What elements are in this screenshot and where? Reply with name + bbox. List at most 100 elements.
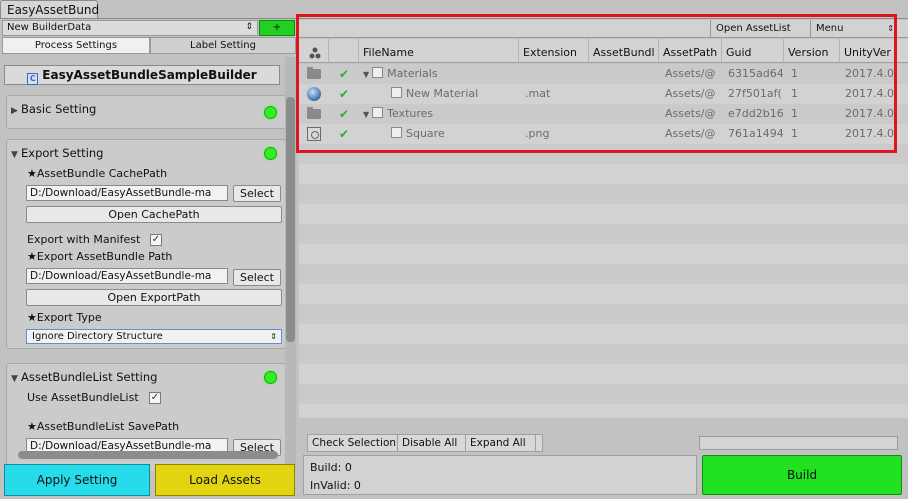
hierarchy-icon xyxy=(309,47,321,59)
basic-setting-foldout[interactable]: ▶ Basic Setting xyxy=(11,102,96,116)
builder-row: New BuilderData ⇕ + xyxy=(0,19,298,37)
cache-path-select-button[interactable]: Select xyxy=(233,185,281,202)
column-assetpath[interactable]: AssetPath xyxy=(659,39,722,63)
load-assets-button[interactable]: Load Assets xyxy=(155,464,295,496)
unityversion-cell: 2017.4.0 xyxy=(845,107,894,120)
unityversion-cell: 2017.4.0 xyxy=(845,67,894,80)
use-assetbundlelist-checkbox[interactable]: ✓ xyxy=(149,392,161,404)
check-selection-button[interactable]: Check Selection xyxy=(308,435,398,451)
basic-setting-label: Basic Setting xyxy=(21,102,97,116)
guid-cell: e7dd2b16 xyxy=(728,107,783,120)
version-cell: 1 xyxy=(791,67,798,80)
column-tree-icon-header[interactable] xyxy=(299,39,329,63)
column-extension[interactable]: Extension xyxy=(519,39,589,63)
guid-cell: 6315ad64 xyxy=(728,67,783,80)
row-checkbox[interactable] xyxy=(391,87,402,98)
export-path-input[interactable]: D:/Download/EasyAssetBundle-ma xyxy=(26,268,228,284)
tab-process-settings[interactable]: Process Settings xyxy=(2,37,150,54)
script-icon: C xyxy=(27,73,39,85)
settings-scroll-area[interactable]: C EasyAssetBundleSampleBuilder ▶ Basic Set… xyxy=(0,57,298,471)
settings-horizontal-scrollbar[interactable] xyxy=(18,451,278,459)
assetpath-cell: Assets/@ xyxy=(665,127,716,140)
open-export-path-button[interactable]: Open ExportPath xyxy=(26,289,282,306)
open-cache-path-button[interactable]: Open CachePath xyxy=(26,206,282,223)
status-dot-icon xyxy=(264,371,277,384)
column-assetbundle[interactable]: AssetBundl xyxy=(589,39,659,63)
guid-cell: 27f501af( xyxy=(728,87,782,100)
export-setting-section: ▼ Export Setting ★AssetBundle CachePath D… xyxy=(6,139,286,349)
checkmark-icon: ✔ xyxy=(339,87,350,101)
open-assetlist-button[interactable]: Open AssetList xyxy=(710,20,806,38)
manifest-checkbox[interactable]: ✓ xyxy=(150,234,162,246)
empty-row xyxy=(299,184,908,204)
builder-title: C EasyAssetBundleSampleBuilder xyxy=(4,65,280,85)
export-setting-label: Export Setting xyxy=(21,146,104,160)
menu-label: Menu xyxy=(816,23,844,34)
build-status-box: Build: 0 InValid: 0 xyxy=(303,455,697,495)
guid-cell: 761a1494 xyxy=(728,127,783,140)
empty-row xyxy=(299,284,908,304)
column-version[interactable]: Version xyxy=(784,39,840,63)
settings-vertical-scrollbar[interactable] xyxy=(285,57,296,471)
assetbundlelist-label: AssetBundleList Setting xyxy=(21,370,158,384)
empty-row xyxy=(299,384,908,404)
export-type-value: Ignore Directory Structure xyxy=(32,331,163,342)
extension-cell: .png xyxy=(525,127,550,140)
column-unityversion[interactable]: UnityVer xyxy=(840,39,908,63)
tab-label-setting[interactable]: Label Setting xyxy=(150,37,296,54)
assetbundlelist-foldout[interactable]: ▼ AssetBundleList Setting xyxy=(11,370,157,384)
table-row[interactable]: ✔ New Material .mat Assets/@ 27f501af( 1… xyxy=(299,84,908,104)
folder-icon xyxy=(307,67,321,79)
export-type-dropdown[interactable]: Ignore Directory Structure ⇕ xyxy=(26,329,282,344)
build-button[interactable]: Build xyxy=(702,455,902,495)
asset-list-toolbar: Open AssetList Menu ⇕ xyxy=(299,20,908,38)
cache-path-input[interactable]: D:/Download/EasyAssetBundle-ma xyxy=(26,185,228,201)
version-cell: 1 xyxy=(791,127,798,140)
triangle-down-icon: ▼ xyxy=(363,110,370,119)
empty-row xyxy=(299,324,908,344)
add-builder-button[interactable]: + xyxy=(259,20,295,36)
row-checkbox[interactable] xyxy=(372,67,384,78)
table-row[interactable]: ✔ ▼ Textures Assets/@ e7dd2b16 1 2017.4.0 xyxy=(299,104,908,124)
version-cell: 1 xyxy=(791,87,798,100)
checkmark-icon: ✔ xyxy=(339,67,350,81)
column-guid[interactable]: Guid xyxy=(722,39,784,63)
column-filename[interactable]: FileName xyxy=(359,39,519,63)
empty-row xyxy=(299,144,908,164)
save-path-label: ★AssetBundleList SavePath xyxy=(27,420,180,433)
filename-cell: Square xyxy=(391,124,445,144)
apply-setting-button[interactable]: Apply Setting xyxy=(4,464,150,496)
builder-data-select[interactable]: New BuilderData ⇕ xyxy=(2,20,258,36)
status-dot-icon xyxy=(264,106,277,119)
builder-data-value: New BuilderData xyxy=(7,22,92,33)
row-checkbox[interactable] xyxy=(372,107,384,118)
table-row[interactable]: ✔ Square .png Assets/@ 761a1494 1 2017.4… xyxy=(299,124,908,144)
row-checkbox[interactable] xyxy=(391,127,402,138)
disable-all-button[interactable]: Disable All xyxy=(398,435,466,451)
unityversion-cell: 2017.4.0 xyxy=(845,87,894,100)
column-enabled-header[interactable] xyxy=(329,39,359,63)
export-path-select-button[interactable]: Select xyxy=(233,269,281,286)
filename-text: Square xyxy=(406,127,445,140)
version-cell: 1 xyxy=(791,107,798,120)
builder-title-text: EasyAssetBundleSampleBuilder xyxy=(42,68,257,82)
assetpath-cell: Assets/@ xyxy=(665,87,716,100)
material-sphere-icon xyxy=(307,87,321,101)
table-row[interactable]: ✔ ▼ Materials Assets/@ 6315ad64 1 2017.4.… xyxy=(299,64,908,84)
expand-all-button[interactable]: Expand All xyxy=(466,435,536,451)
empty-row xyxy=(299,244,908,264)
export-type-label: ★Export Type xyxy=(27,311,102,324)
build-count-text: Build: 0 xyxy=(310,461,352,474)
menu-dropdown[interactable]: Menu ⇕ xyxy=(810,20,898,38)
progress-bar xyxy=(699,436,898,450)
extension-cell: .mat xyxy=(525,87,551,100)
basic-setting-section: ▶ Basic Setting xyxy=(6,95,286,129)
scrollbar-thumb[interactable] xyxy=(286,97,295,342)
filename-text: New Material xyxy=(406,87,479,100)
export-setting-foldout[interactable]: ▼ Export Setting xyxy=(11,146,103,160)
triangle-down-icon: ▼ xyxy=(11,374,18,384)
invalid-count-text: InValid: 0 xyxy=(310,479,361,492)
window-tab[interactable]: EasyAssetBund xyxy=(0,0,99,19)
filename-cell: ▼ Textures xyxy=(363,104,433,124)
updown-arrow-icon: ⇕ xyxy=(270,332,277,341)
